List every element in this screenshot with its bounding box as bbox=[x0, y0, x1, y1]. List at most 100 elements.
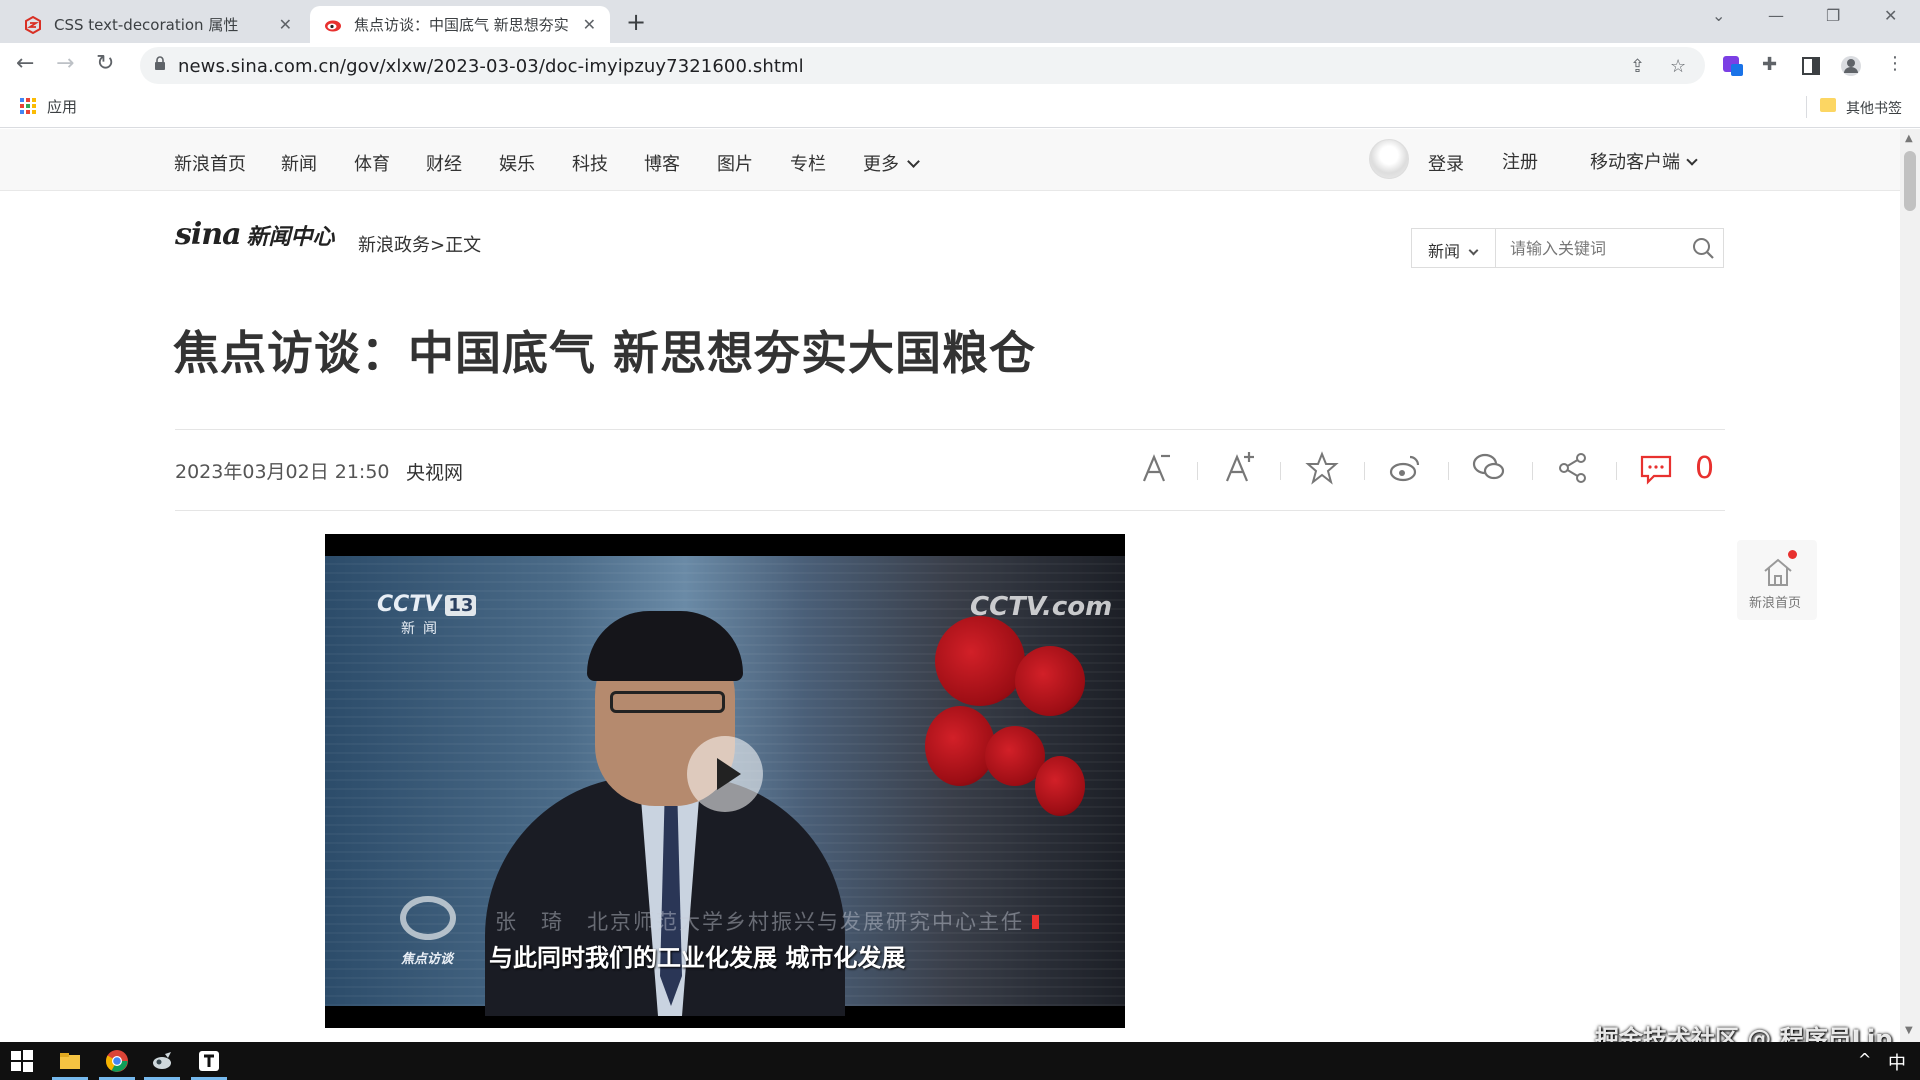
chevron-down-icon bbox=[907, 155, 920, 168]
site-nav-bar: 新浪首页 新闻 体育 财经 娱乐 科技 博客 图片 专栏 更多 登录 注册 移动… bbox=[0, 129, 1900, 191]
notification-dot bbox=[1788, 550, 1797, 559]
extension-app-icon[interactable] bbox=[1722, 55, 1744, 77]
new-tab-button[interactable]: + bbox=[626, 8, 646, 36]
windows-start-icon[interactable] bbox=[10, 1049, 34, 1073]
video-player[interactable]: CCTV 13 新闻 CCTV.com 焦点访谈 张 琦 北京师范大学乡村振兴与发… bbox=[325, 534, 1125, 1028]
web-page: 新浪首页 新闻 体育 财经 娱乐 科技 博客 图片 专栏 更多 登录 注册 移动… bbox=[0, 129, 1900, 1042]
tray-expand-icon[interactable]: ^ bbox=[1858, 1050, 1871, 1069]
bookmarks-bar: 应用 其他书签 bbox=[0, 88, 1920, 128]
minimize-icon[interactable]: — bbox=[1768, 6, 1784, 25]
user-avatar[interactable] bbox=[1369, 139, 1409, 179]
breadcrumb[interactable]: 新浪政务>正文 bbox=[358, 231, 481, 257]
login-link[interactable]: 登录 bbox=[1428, 150, 1464, 176]
menu-kebab-icon[interactable]: ⋮ bbox=[1886, 53, 1904, 74]
speaker-glasses bbox=[610, 691, 725, 713]
nav-item-more[interactable]: 更多 bbox=[863, 150, 920, 176]
article-source[interactable]: 央视网 bbox=[406, 458, 463, 485]
bookmark-star-icon[interactable]: ☆ bbox=[1670, 56, 1686, 77]
logo-center-text: 新闻中心 bbox=[246, 225, 335, 250]
search-input[interactable] bbox=[1498, 229, 1678, 267]
sina-news-logo[interactable]: sina 新闻中心 bbox=[175, 217, 335, 252]
apps-grid-icon[interactable] bbox=[20, 98, 36, 114]
video-frame: CCTV 13 新闻 CCTV.com 焦点访谈 张 琦 北京师范大学乡村振兴与发… bbox=[325, 556, 1125, 1016]
bookmark-other[interactable]: 其他书签 bbox=[1846, 98, 1902, 118]
profile-avatar-icon[interactable] bbox=[1840, 55, 1862, 77]
restore-icon[interactable]: ❐ bbox=[1826, 6, 1840, 25]
tab-search-icon[interactable]: ⌄ bbox=[1712, 6, 1725, 25]
red-flower bbox=[925, 706, 995, 786]
cctv13-logo: CCTV 13 bbox=[377, 592, 477, 617]
tab-close-icon[interactable]: ✕ bbox=[279, 15, 292, 34]
ime-indicator[interactable]: 中 bbox=[1888, 1049, 1906, 1075]
search-category-label: 新闻 bbox=[1428, 242, 1461, 261]
cctv-text: CCTV bbox=[377, 592, 442, 617]
caption-marker bbox=[1032, 915, 1039, 929]
tab-title: CSS text-decoration 属性 bbox=[54, 16, 239, 34]
share-icon[interactable] bbox=[1556, 451, 1590, 485]
nav-item-finance[interactable]: 财经 bbox=[426, 150, 462, 176]
wechat-share-icon[interactable] bbox=[1472, 451, 1506, 485]
back-arrow-icon[interactable]: ← bbox=[16, 51, 34, 76]
mobile-client-menu[interactable]: 移动客户端 bbox=[1590, 148, 1698, 174]
divider bbox=[175, 510, 1725, 511]
toolbar-separator bbox=[1197, 462, 1198, 480]
forward-arrow-icon[interactable]: → bbox=[56, 51, 74, 76]
nav-item-home[interactable]: 新浪首页 bbox=[174, 150, 246, 176]
file-explorer-icon[interactable] bbox=[58, 1049, 82, 1073]
chevron-down-icon bbox=[1468, 245, 1479, 256]
weibo-share-icon[interactable] bbox=[1388, 451, 1422, 485]
nav-item-sports[interactable]: 体育 bbox=[354, 150, 390, 176]
folder-icon bbox=[1820, 98, 1836, 112]
scroll-thumb[interactable] bbox=[1904, 151, 1916, 211]
app-bird-icon[interactable] bbox=[150, 1049, 174, 1073]
typora-icon[interactable] bbox=[197, 1049, 221, 1073]
bookmark-divider bbox=[1806, 96, 1807, 118]
float-home-label: 新浪首页 bbox=[1749, 596, 1802, 611]
nav-item-blog[interactable]: 博客 bbox=[644, 150, 680, 176]
float-home-button[interactable]: 新浪首页 bbox=[1737, 540, 1817, 620]
scroll-down-arrow-icon[interactable]: ▼ bbox=[1905, 1025, 1913, 1036]
speaker-caption-text: 张 琦 北京师范大学乡村振兴与发展研究中心主任 bbox=[495, 910, 1024, 934]
toolbar-separator bbox=[1532, 462, 1533, 480]
nav-item-news[interactable]: 新闻 bbox=[281, 150, 317, 176]
search-category-select[interactable]: 新闻 bbox=[1412, 229, 1496, 267]
lock-icon bbox=[155, 56, 165, 70]
home-icon bbox=[1764, 558, 1792, 586]
scroll-up-arrow-icon[interactable]: ▲ bbox=[1905, 133, 1913, 144]
toolbar-separator bbox=[1616, 462, 1617, 480]
tab-close-icon[interactable]: ✕ bbox=[583, 15, 596, 34]
mobile-client-label: 移动客户端 bbox=[1590, 152, 1680, 173]
reload-icon[interactable]: ↻ bbox=[96, 51, 114, 76]
nav-item-columns[interactable]: 专栏 bbox=[790, 150, 826, 176]
video-subtitle: 与此同时我们的工业化发展 城市化发展 bbox=[489, 944, 906, 972]
register-link[interactable]: 注册 bbox=[1502, 148, 1538, 174]
nav-item-entertainment[interactable]: 娱乐 bbox=[499, 150, 535, 176]
font-increase-icon[interactable] bbox=[1222, 451, 1256, 485]
chrome-icon[interactable] bbox=[105, 1049, 129, 1073]
nav-item-photos[interactable]: 图片 bbox=[717, 150, 753, 176]
tab-css-text-decoration[interactable]: CSS text-decoration 属性 ✕ bbox=[10, 6, 306, 43]
article-date: 2023年03月02日 21:50 bbox=[175, 461, 390, 483]
side-panel-icon[interactable] bbox=[1800, 55, 1822, 77]
red-flower bbox=[935, 616, 1025, 706]
play-icon[interactable] bbox=[687, 736, 763, 812]
comment-icon[interactable] bbox=[1639, 451, 1673, 485]
tab-title: 焦点访谈：中国底气 新思想夯实 bbox=[354, 16, 569, 34]
page-scrollbar[interactable]: ▲ ▼ bbox=[1900, 129, 1920, 1042]
share-page-icon[interactable]: ⇪ bbox=[1630, 56, 1645, 77]
font-decrease-icon[interactable] bbox=[1139, 451, 1173, 485]
address-bar[interactable]: news.sina.com.cn/gov/xlxw/2023-03-03/doc… bbox=[140, 47, 1705, 84]
url-text[interactable]: news.sina.com.cn/gov/xlxw/2023-03-03/doc… bbox=[178, 56, 804, 77]
bookmark-apps[interactable]: 应用 bbox=[47, 96, 77, 117]
nav-item-tech[interactable]: 科技 bbox=[572, 150, 608, 176]
article-title: 焦点访谈：中国底气 新思想夯实大国粮仓 bbox=[173, 326, 1037, 380]
search-icon[interactable] bbox=[1692, 237, 1714, 259]
close-window-icon[interactable]: ✕ bbox=[1884, 6, 1897, 25]
tab-sina-article[interactable]: 焦点访谈：中国底气 新思想夯实 ✕ bbox=[310, 6, 610, 43]
extensions-puzzle-icon[interactable]: ✚ bbox=[1762, 54, 1777, 75]
toolbar-separator bbox=[1448, 462, 1449, 480]
favorite-star-icon[interactable] bbox=[1305, 451, 1339, 485]
divider bbox=[175, 429, 1725, 430]
comment-count[interactable]: 0 bbox=[1695, 451, 1714, 486]
sina-favicon-icon bbox=[325, 20, 341, 31]
